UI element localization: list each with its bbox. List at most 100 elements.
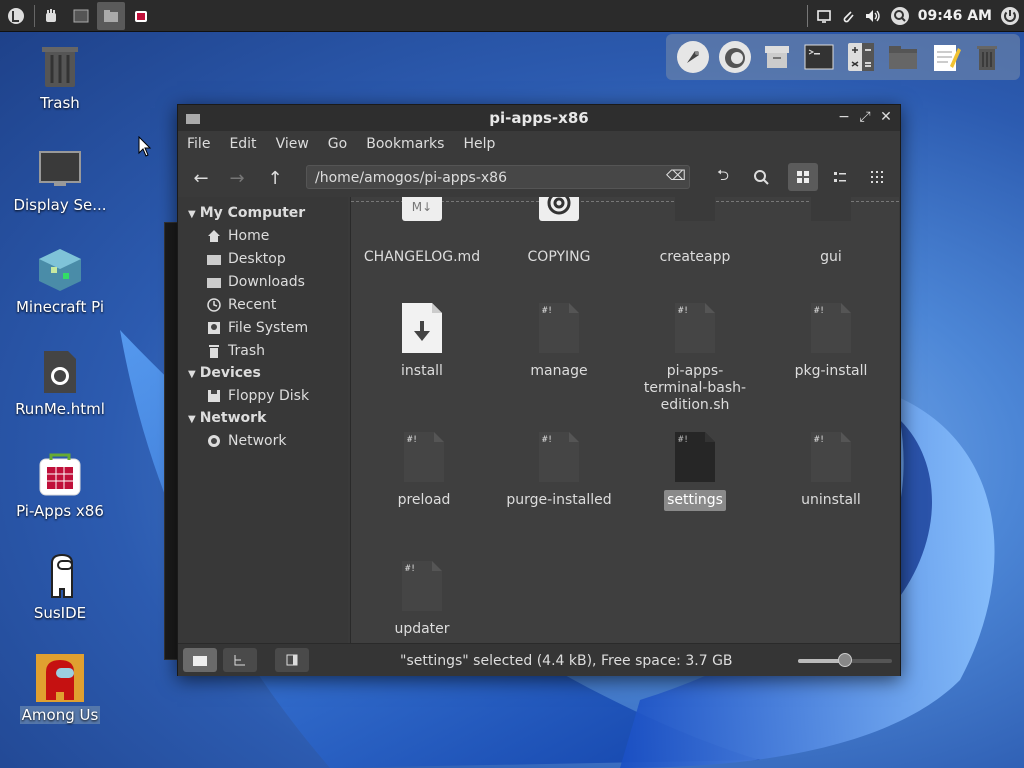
file-name: pi-apps-terminal-bash-edition.sh [643,363,747,413]
file-name: install [401,363,443,379]
minimize-button[interactable]: − [836,109,852,125]
sidebar-item-desktop[interactable]: Desktop [206,251,286,267]
search-icon[interactable] [890,6,910,26]
trash-icon [36,42,84,90]
top-panel: 09:46 AM [0,0,1024,32]
dock-terminal[interactable] [800,38,838,76]
location-bar[interactable]: /home/amogos/pi-apps-x86 [306,165,690,189]
toggle-location-button[interactable]: ⮌ [708,163,738,191]
menu-view[interactable]: View [267,133,319,157]
dock-archive[interactable] [758,38,796,76]
desktop-icon-pi-apps[interactable]: Pi-Apps x86 [5,450,115,520]
menu-go[interactable]: Go [319,133,357,157]
menu-bookmarks[interactable]: Bookmarks [357,133,454,157]
dock-trash[interactable] [968,38,1006,76]
power-icon[interactable] [1000,6,1020,26]
taskbar-file-manager[interactable] [97,1,125,30]
file-item[interactable]: createapp [630,197,760,268]
file-icon-view[interactable]: M↓ CHANGELOG.md COPYING createapp gui in… [350,197,899,643]
zoom-slider[interactable] [798,653,892,667]
desktop-icon-runme-html[interactable]: RunMe.html [5,348,115,418]
sidebar-item-floppy-disk[interactable]: Floppy Disk [206,388,309,404]
script-file-icon: #! [539,303,579,353]
window-titlebar[interactable]: pi-apps-x86 − ⤢ ✕ [178,105,900,131]
icon-view-button[interactable] [788,163,818,191]
desktop-icon-label: Pi-Apps x86 [16,502,104,520]
forward-button[interactable]: → [224,165,250,191]
markdown-file-icon: M↓ [402,197,442,239]
svg-text:#!: #! [814,306,825,316]
menu-help[interactable]: Help [454,133,505,157]
file-item[interactable]: M↓ CHANGELOG.md [357,197,487,268]
pi-apps-icon [36,450,84,498]
desktop-icon-minecraft-pi[interactable]: Minecraft Pi [5,246,115,316]
sidebar-section-network[interactable]: ▼ Network [188,410,266,426]
up-button[interactable]: ↑ [262,165,288,191]
file-item[interactable]: gui [766,197,896,268]
taskbar-terminal[interactable] [67,2,95,30]
file-name: CHANGELOG.md [363,249,481,265]
sidebar-item-network[interactable]: Network [206,433,286,449]
search-button[interactable] [746,163,776,191]
menu-edit[interactable]: Edit [220,133,266,157]
volume-icon[interactable] [864,8,882,24]
grid-icon [797,171,809,183]
rocket-icon [677,41,709,73]
sidebar-section-my-computer[interactable]: ▼ My Computer [188,205,305,221]
file-item-selected[interactable]: #! settings [630,432,760,511]
file-item[interactable]: #! updater [357,561,487,640]
svg-text:#!: #! [405,564,416,574]
taskbar-app-1[interactable] [37,2,65,30]
file-item[interactable]: #! pkg-install [766,303,896,382]
sidebar-item-home[interactable]: Home [206,228,269,244]
desktop-icon-display-settings[interactable]: Display Se... [5,144,115,214]
file-item[interactable]: install [357,303,487,382]
paperclip-icon[interactable] [840,8,856,24]
list-view-button[interactable] [825,163,855,191]
folder-icon [193,656,207,666]
svg-text:#!: #! [407,435,418,445]
file-item[interactable]: #! uninstall [766,432,896,511]
desktop-icon-among-us[interactable]: Among Us [5,654,115,724]
taskbar-pi-apps[interactable] [127,2,155,30]
file-item[interactable]: #! pi-apps-terminal-bash-edition.sh [630,303,760,416]
maximize-button[interactable]: ⤢ [857,109,873,125]
trash-icon [206,344,222,358]
sidebar-section-devices[interactable]: ▼ Devices [188,365,261,381]
file-name: manage [530,363,588,379]
folder-icon [889,46,917,69]
desktop-icon-trash[interactable]: Trash [5,42,115,112]
dock-text-editor[interactable] [926,38,964,76]
dock-files[interactable] [884,38,922,76]
display-icon[interactable] [816,8,832,24]
html-file-icon [36,348,84,396]
compact-grid-icon [871,171,883,183]
file-item[interactable]: #! preload [359,432,489,511]
clock[interactable]: 09:46 AM [918,8,992,24]
sidebar-item-downloads[interactable]: Downloads [206,274,305,290]
compact-view-button[interactable] [862,163,892,191]
close-button[interactable]: ✕ [878,109,894,125]
show-places-button[interactable] [183,648,217,672]
menu-button[interactable] [2,2,30,30]
menu-file[interactable]: File [178,133,220,157]
sidebar-item-trash[interactable]: Trash [206,343,265,359]
desktop-icon-suside[interactable]: SusIDE [5,552,115,622]
back-button[interactable]: ← [188,165,214,191]
show-tree-button[interactable] [223,648,257,672]
menu-bar: File Edit View Go Bookmarks Help [178,133,900,157]
sidebar-item-recent[interactable]: Recent [206,297,276,313]
file-item[interactable]: #! manage [494,303,624,382]
hide-sidebar-button[interactable] [275,648,309,672]
sidebar-item-file-system[interactable]: File System [206,320,308,336]
file-item[interactable]: COPYING [494,197,624,268]
file-name: preload [397,492,451,508]
desktop-icon-label: Minecraft Pi [15,298,104,316]
clear-location-icon[interactable]: ⌫ [666,168,686,186]
dock-launcher[interactable] [674,38,712,76]
globe-icon [206,434,222,448]
dock-firefox[interactable] [716,38,754,76]
zoom-slider-knob[interactable] [838,653,852,667]
dock-calculator[interactable] [842,38,880,76]
file-item[interactable]: #! purge-installed [494,432,624,511]
